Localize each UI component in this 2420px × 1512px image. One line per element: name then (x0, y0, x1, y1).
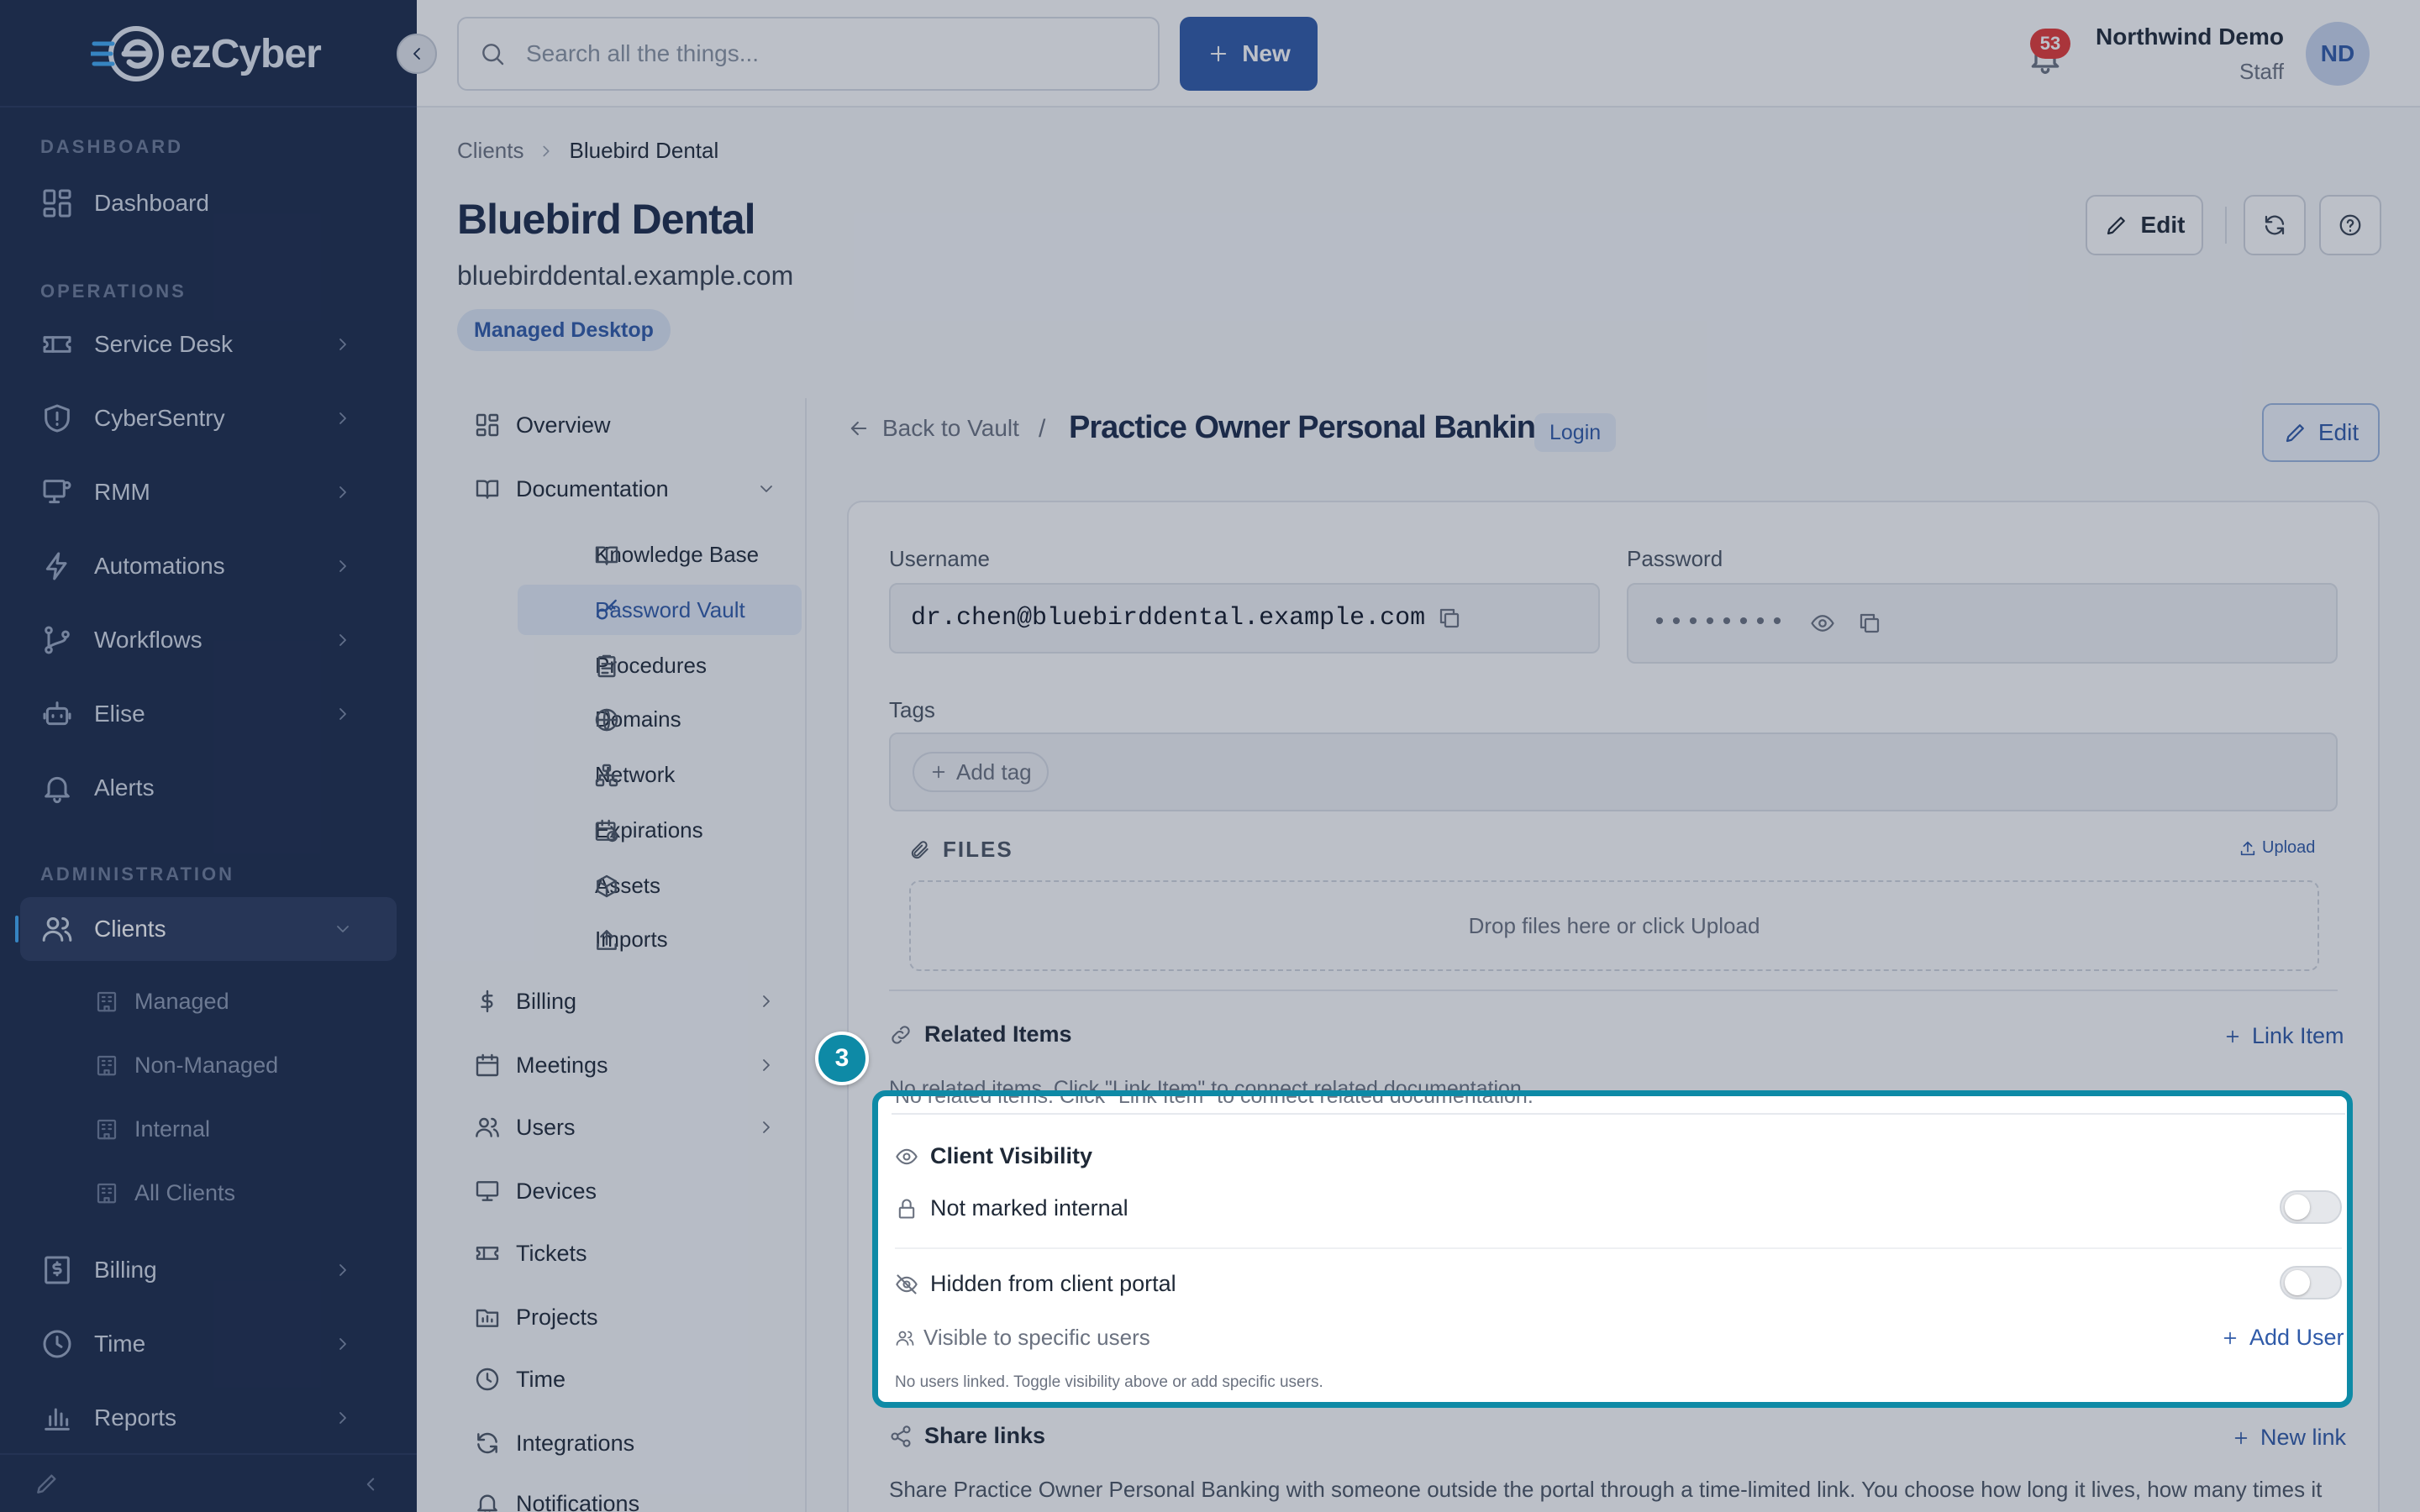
client-visibility-title: Client Visibility (930, 1143, 1093, 1168)
section-divider (892, 1113, 2345, 1115)
no-users-text: No users linked. Toggle visibility above… (895, 1373, 1323, 1391)
clipped-related-empty-text: No related items. Click "Link Item" to c… (895, 1096, 1534, 1108)
not-internal-row: Not marked internal (895, 1195, 2342, 1221)
specific-users-label: Visible to specific users (923, 1325, 1150, 1350)
add-user-label: Add User (2249, 1325, 2344, 1350)
not-internal-toggle[interactable] (2280, 1190, 2342, 1224)
users-icon (895, 1328, 915, 1348)
eye-icon (895, 1145, 918, 1168)
lock-icon (895, 1197, 918, 1221)
row-divider (895, 1247, 2342, 1249)
specific-users-row: Visible to specific users (895, 1325, 2342, 1351)
app-root: ezCyber DASHBOARD Dashboard OPERATIONS S… (0, 0, 2420, 1512)
tour-highlight-client-visibility: No related items. Click "Link Item" to c… (872, 1090, 2353, 1408)
client-visibility-heading: Client Visibility (895, 1143, 2342, 1169)
tour-step-badge: 3 (815, 1032, 869, 1085)
eye-off-icon (895, 1273, 918, 1296)
hidden-portal-toggle[interactable] (2280, 1266, 2342, 1299)
add-user-button[interactable]: Add User (2221, 1325, 2344, 1351)
clipped-text: No related items. Click "Link Item" to c… (895, 1096, 2342, 1111)
hidden-portal-row: Hidden from client portal (895, 1271, 2342, 1297)
hidden-portal-label: Hidden from client portal (930, 1271, 1176, 1296)
not-internal-label: Not marked internal (930, 1195, 1128, 1221)
plus-icon (2221, 1329, 2239, 1347)
